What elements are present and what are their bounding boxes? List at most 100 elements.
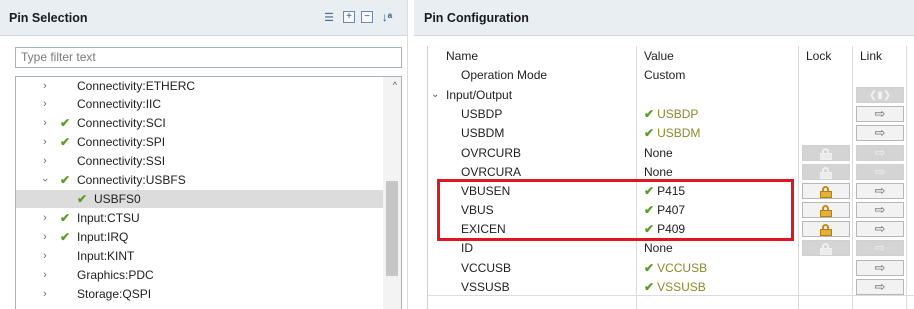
lock-button[interactable] bbox=[802, 221, 850, 237]
check-icon: ✔ bbox=[60, 230, 71, 244]
chevron-right-icon[interactable]: › bbox=[40, 269, 50, 281]
row-value[interactable]: ✔ USBDP bbox=[644, 105, 698, 124]
tree-scrollbar[interactable]: ^ bbox=[383, 77, 401, 309]
list-view-icon[interactable]: ☰ bbox=[321, 9, 337, 25]
arrow-right-icon: ⇨ bbox=[874, 145, 886, 160]
row-name: Operation Mode bbox=[461, 68, 548, 82]
scroll-thumb[interactable] bbox=[386, 181, 398, 276]
tree-item-label: Connectivity:USBFS bbox=[77, 173, 186, 187]
row-value[interactable]: None bbox=[644, 239, 673, 258]
lock-button-disabled bbox=[802, 145, 850, 161]
tree-item[interactable]: › Graphics:PDC bbox=[16, 266, 384, 284]
highlight-box bbox=[437, 179, 794, 241]
chevron-right-icon[interactable]: › bbox=[40, 212, 50, 224]
chevron-right-icon[interactable]: › bbox=[40, 117, 50, 129]
tree-item[interactable]: › ✔ Connectivity:USBFS bbox=[16, 171, 384, 189]
link-button-disabled: ⇨ bbox=[856, 145, 904, 161]
chevron-right-icon[interactable]: › bbox=[40, 136, 50, 148]
link-button-disabled: ⇨ bbox=[856, 164, 904, 180]
expand-all-icon[interactable]: + bbox=[343, 11, 355, 23]
chevron-right-icon[interactable]: › bbox=[40, 98, 50, 110]
tree-item[interactable]: › ✔ Input:CTSU bbox=[16, 209, 384, 227]
check-icon: ✔ bbox=[644, 126, 655, 140]
arrow-right-icon: ⇨ bbox=[874, 164, 886, 179]
tree-item[interactable]: › ✔ Connectivity:SPI bbox=[16, 133, 384, 151]
column-header-lock[interactable]: Lock bbox=[806, 46, 831, 70]
tree-item[interactable]: › ✔ Connectivity:SCI bbox=[16, 114, 384, 132]
tree-item-label: Connectivity:SSI bbox=[77, 154, 166, 168]
arrow-right-icon: ⇨ bbox=[874, 202, 886, 217]
link-button-disabled: ⇨ bbox=[856, 240, 904, 256]
tree-item[interactable]: › Connectivity:SSI bbox=[16, 152, 384, 170]
chevron-right-icon[interactable]: › bbox=[40, 250, 50, 262]
link-button[interactable]: ⇨ bbox=[856, 202, 904, 218]
tree-item-label: Connectivity:IIC bbox=[77, 97, 162, 111]
column-header-link[interactable]: Link bbox=[860, 46, 882, 70]
row-value[interactable]: ✔ VCCUSB bbox=[644, 259, 707, 278]
lock-icon bbox=[820, 147, 832, 160]
pin-configuration-panel: Pin Configuration Name Value Lock Link O… bbox=[414, 0, 914, 309]
tree-item-label: Input:KINT bbox=[77, 249, 135, 263]
chevron-down-icon[interactable]: ⌄ bbox=[431, 86, 439, 105]
check-icon: ✔ bbox=[644, 280, 655, 294]
panel-title: Pin Configuration bbox=[424, 10, 529, 25]
collapse-all-icon[interactable]: − bbox=[361, 11, 373, 23]
tree-item[interactable]: › Connectivity:IIC bbox=[16, 95, 384, 113]
row-value[interactable]: Custom bbox=[644, 66, 685, 85]
value-text: USBDP bbox=[657, 107, 699, 121]
lock-icon bbox=[820, 223, 832, 236]
link-button[interactable]: ⇨ bbox=[856, 279, 904, 295]
tree-item-selected[interactable]: ✔ USBFS0 bbox=[16, 190, 384, 208]
tree-item[interactable]: › Connectivity:ETHERC bbox=[16, 77, 384, 95]
row-value[interactable]: ✔ USBDM bbox=[644, 124, 700, 143]
lock-button-disabled bbox=[802, 164, 850, 180]
tree-item-label: Connectivity:SPI bbox=[77, 135, 166, 149]
check-icon: ✔ bbox=[60, 116, 71, 130]
lock-icon bbox=[820, 204, 832, 217]
link-button[interactable]: ⇨ bbox=[856, 221, 904, 237]
sort-az-icon[interactable]: ↓ᵃ bbox=[379, 9, 395, 25]
row-value[interactable]: None bbox=[644, 144, 673, 163]
check-icon: ✔ bbox=[60, 173, 71, 187]
link-button[interactable]: ⇨ bbox=[856, 125, 904, 141]
row-name: USBDM bbox=[461, 126, 505, 140]
check-icon: ✔ bbox=[60, 135, 71, 149]
row-name: USBDP bbox=[461, 107, 503, 121]
row-value[interactable]: ✔ VSSUSB bbox=[644, 278, 706, 297]
link-button[interactable]: ⇨ bbox=[856, 183, 904, 199]
tree-item[interactable]: › Input:KINT bbox=[16, 247, 384, 265]
lock-button[interactable] bbox=[802, 183, 850, 199]
chevron-right-icon[interactable]: › bbox=[40, 155, 50, 167]
tree-item-label: Graphics:PDC bbox=[77, 268, 154, 282]
chevron-right-icon[interactable]: › bbox=[40, 231, 50, 243]
link-button[interactable]: ⇨ bbox=[856, 106, 904, 122]
lock-button-disabled bbox=[802, 240, 850, 256]
filter-input[interactable]: Type filter text bbox=[15, 47, 402, 68]
row-name: VCCUSB bbox=[461, 261, 512, 275]
tree-item-label: Storage:QSPI bbox=[77, 287, 152, 301]
tree-item[interactable]: › ✔ Input:IRQ bbox=[16, 228, 384, 246]
chevron-right-icon[interactable]: › bbox=[40, 80, 50, 92]
arrow-right-icon: ⇨ bbox=[874, 183, 886, 198]
row-name: OVRCURB bbox=[461, 146, 522, 160]
check-icon: ✔ bbox=[77, 192, 88, 206]
check-icon: ✔ bbox=[60, 211, 71, 225]
row-name: VSSUSB bbox=[461, 280, 510, 294]
column-divider bbox=[798, 46, 799, 309]
link-button[interactable]: ⇨ bbox=[856, 260, 904, 276]
tree-item-label: Connectivity:ETHERC bbox=[77, 79, 196, 93]
tree-item[interactable]: › Storage:QSPI bbox=[16, 285, 384, 303]
column-divider bbox=[906, 46, 907, 309]
lock-icon bbox=[820, 242, 832, 255]
lock-button[interactable] bbox=[802, 202, 850, 218]
link-button-disabled: ❮▮❯ bbox=[856, 87, 904, 103]
lock-icon bbox=[820, 166, 832, 179]
lock-icon bbox=[820, 185, 832, 198]
check-icon: ✔ bbox=[644, 107, 655, 121]
arrow-right-icon: ⇨ bbox=[874, 260, 886, 275]
scroll-up-icon[interactable]: ^ bbox=[393, 80, 397, 90]
row-name: ID bbox=[461, 241, 473, 255]
arrow-right-icon: ⇨ bbox=[874, 279, 886, 294]
chevron-down-icon[interactable]: › bbox=[39, 175, 51, 185]
chevron-right-icon[interactable]: › bbox=[40, 288, 50, 300]
